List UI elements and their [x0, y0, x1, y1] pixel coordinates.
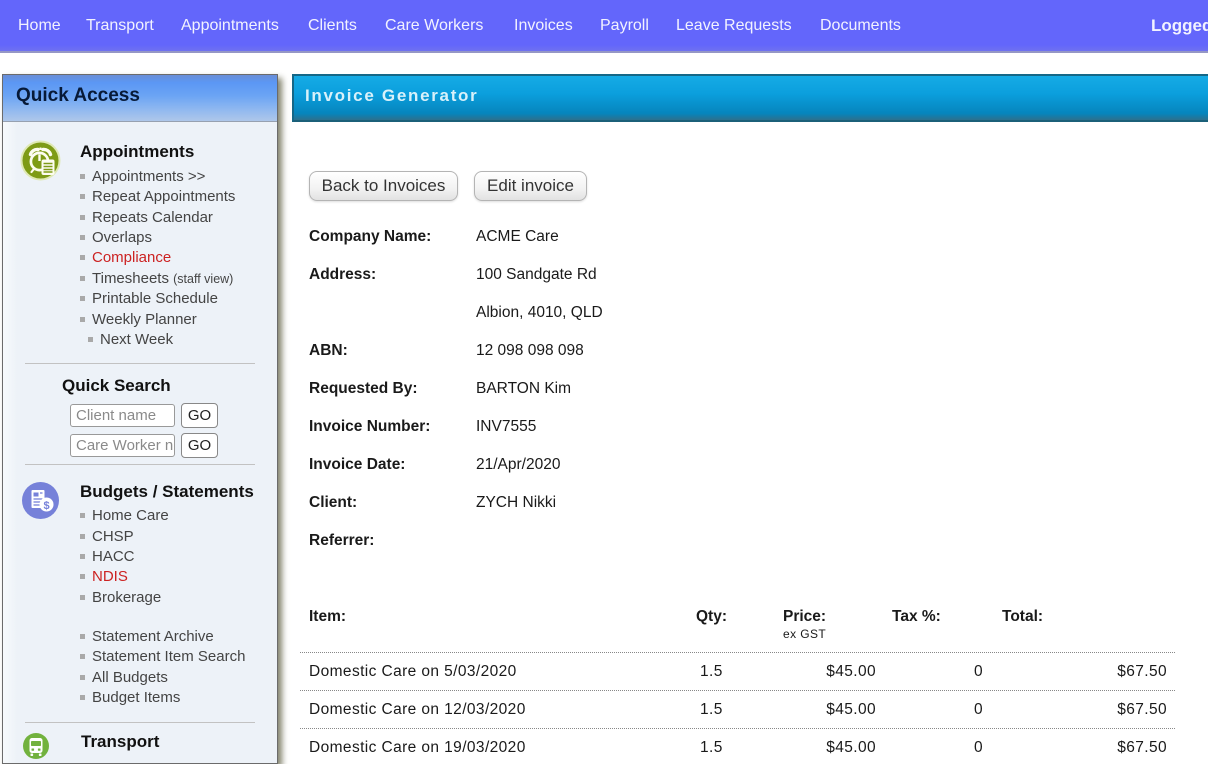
svg-text:$: $ — [43, 500, 49, 512]
